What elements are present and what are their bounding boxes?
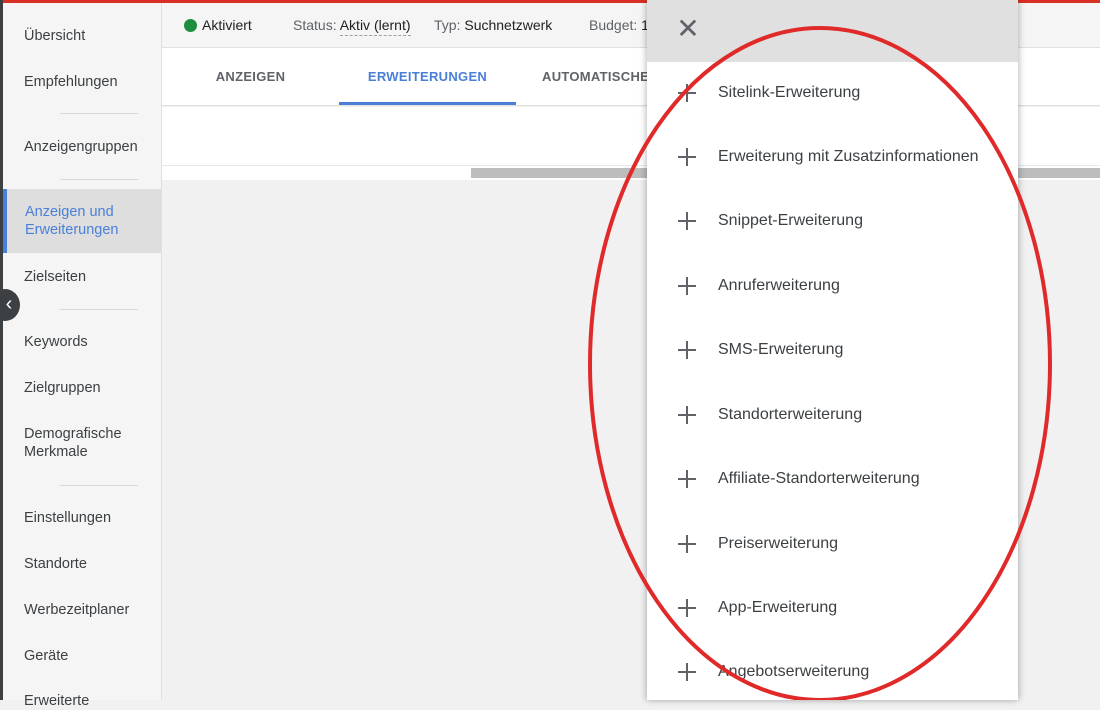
snippet-extension-option[interactable]: Snippet-Erweiterung [647, 202, 1018, 242]
sidebar-item-demografische-merkmale[interactable]: Demografische Merkmale [3, 425, 143, 461]
option-label: App-Erweiterung [718, 599, 838, 616]
chevron-left-icon: ‹ [5, 293, 13, 315]
sidebar-item-uebersicht[interactable]: Übersicht [3, 27, 161, 45]
tab-erweiterungen[interactable]: ERWEITERUNGEN [339, 48, 516, 105]
sidebar-divider [60, 179, 138, 180]
sidebar-item-label: Zielgruppen [24, 380, 101, 396]
sidebar-item-anzeigengruppen[interactable]: Anzeigengruppen [3, 138, 161, 156]
option-label: SMS-Erweiterung [718, 341, 844, 358]
plus-icon [678, 84, 696, 102]
sidebar-item-label: Anzeigen und Erweiterungen [25, 204, 119, 238]
location-extension-option[interactable]: Standorterweiterung [647, 396, 1018, 436]
sidebar-nav: Übersicht Empfehlungen Anzeigengruppen A… [3, 3, 162, 709]
state-indicator[interactable]: Aktiviert [184, 17, 252, 33]
sidebar-item-standorte[interactable]: Standorte [3, 555, 161, 573]
option-label: Preiserweiterung [718, 535, 839, 552]
sidebar-item-werbezeitplaner[interactable]: Werbezeitplaner [3, 601, 161, 619]
sidebar-item-label: Werbezeitplaner [24, 602, 130, 618]
sidebar-divider [60, 485, 138, 486]
sidebar-item-einstellungen[interactable]: Einstellungen [3, 509, 161, 527]
plus-icon [678, 406, 696, 424]
plus-icon [678, 341, 696, 359]
affiliate-location-extension-option[interactable]: Affiliate-Standorterweiterung [647, 460, 1018, 500]
sidebar-item-zielgruppen[interactable]: Zielgruppen [3, 379, 161, 397]
plus-icon [678, 599, 696, 617]
sms-extension-option[interactable]: SMS-Erweiterung [647, 331, 1018, 371]
sidebar-item-zielseiten[interactable]: Zielseiten [3, 268, 161, 286]
plus-icon [678, 148, 696, 166]
sidebar-item-erweiterte[interactable]: Erweiterte [3, 692, 161, 710]
plus-icon [678, 470, 696, 488]
callout-extension-option[interactable]: Erweiterung mit Zusatzinformationen [647, 138, 1018, 178]
status-label: Status: [293, 17, 337, 33]
option-label: Erweiterung mit Zusatzinformationen [718, 148, 979, 165]
sidebar-item-label: Demografische Merkmale [24, 426, 122, 460]
status-dot-icon [184, 19, 197, 32]
price-extension-option[interactable]: Preiserweiterung [647, 525, 1018, 565]
sidebar-item-label: Keywords [24, 334, 88, 350]
plus-icon [678, 535, 696, 553]
panel-header: ✕ [647, 0, 1018, 62]
promotion-extension-option[interactable]: Angebotserweiterung [647, 653, 1018, 693]
tab-anzeigen[interactable]: ANZEIGEN [162, 48, 339, 105]
option-label: Affiliate-Standorterweiterung [718, 470, 920, 487]
option-label: Anruferweiterung [718, 277, 840, 294]
call-extension-option[interactable]: Anruferweiterung [647, 267, 1018, 307]
status-value: Aktiv (lernt) [339, 17, 411, 36]
sidebar-item-label: Erweiterte [24, 693, 90, 709]
sidebar-item-label: Einstellungen [24, 510, 112, 526]
type-field: Typ: Suchnetzwerk [434, 17, 552, 33]
sitelink-extension-option[interactable]: Sitelink-Erweiterung [647, 74, 1018, 114]
type-value: Suchnetzwerk [464, 17, 553, 33]
state-label: Aktiviert [202, 17, 252, 33]
sidebar-divider [60, 309, 138, 310]
budget-field[interactable]: Budget: 1 [589, 17, 649, 33]
sidebar-item-label: Geräte [24, 648, 69, 664]
option-label: Sitelink-Erweiterung [718, 84, 861, 101]
app-extension-option[interactable]: App-Erweiterung [647, 589, 1018, 629]
sidebar-item-anzeigen-und-erweiterungen[interactable]: Anzeigen und Erweiterungen [3, 189, 161, 253]
sidebar-item-label: Empfehlungen [24, 74, 118, 90]
sidebar-item-label: Zielseiten [24, 269, 87, 285]
sidebar-item-label: Übersicht [24, 28, 86, 44]
type-label: Typ: [434, 17, 461, 33]
sidebar-item-empfehlungen[interactable]: Empfehlungen [3, 73, 161, 91]
plus-icon [678, 212, 696, 230]
sidebar-divider [60, 113, 138, 114]
budget-label: Budget: [589, 17, 638, 33]
extension-type-panel: ✕ Sitelink-Erweiterung Erweiterung mit Z… [647, 0, 1018, 700]
close-icon[interactable]: ✕ [676, 15, 700, 43]
sidebar-item-label: Anzeigengruppen [24, 139, 138, 155]
option-label: Angebotserweiterung [718, 663, 870, 680]
status-field[interactable]: Status: Aktiv (lernt) [293, 17, 411, 36]
option-label: Standorterweiterung [718, 406, 863, 423]
plus-icon [678, 663, 696, 681]
sidebar-item-keywords[interactable]: Keywords [3, 333, 161, 351]
sidebar-item-label: Standorte [24, 556, 87, 572]
sidebar-item-geraete[interactable]: Geräte [3, 647, 161, 665]
window-edge [0, 0, 3, 700]
option-label: Snippet-Erweiterung [718, 212, 863, 229]
plus-icon [678, 277, 696, 295]
